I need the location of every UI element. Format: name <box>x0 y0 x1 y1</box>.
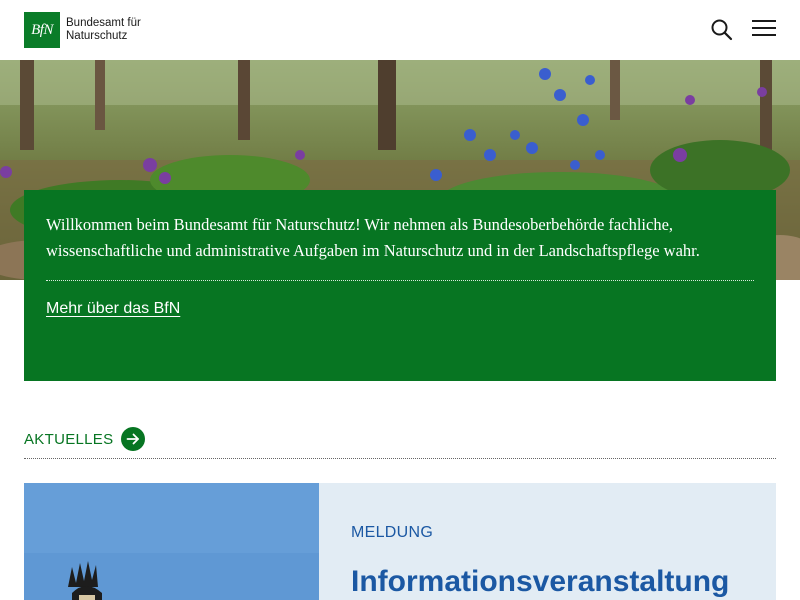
search-button[interactable] <box>710 18 734 42</box>
logo-wordmark: Bundesamt für Naturschutz <box>66 17 141 43</box>
hamburger-menu-icon <box>752 20 776 36</box>
intro-text: Willkommen beim Bundesamt für Naturschut… <box>46 215 700 260</box>
news-title[interactable]: Informationsveranstaltung <box>351 565 729 599</box>
logo-line-1: Bundesamt für <box>66 17 141 29</box>
aktuelles-divider <box>24 458 776 459</box>
search-icon <box>711 19 733 41</box>
arrow-right-icon <box>121 427 146 451</box>
menu-button[interactable] <box>752 20 776 40</box>
logo-mark: BfN <box>24 12 60 48</box>
about-bfn-link[interactable]: Mehr über das BfN <box>46 300 180 318</box>
news-card[interactable]: MELDUNG Informationsveranstaltung <box>24 483 776 600</box>
site-header: BfN Bundesamt für Naturschutz <box>0 0 800 60</box>
news-card-body: MELDUNG Informationsveranstaltung <box>319 483 776 600</box>
aktuelles-link[interactable]: AKTUELLES <box>24 426 146 452</box>
bird-photo <box>24 483 319 600</box>
intro-divider <box>46 280 754 281</box>
news-card-image <box>24 483 319 600</box>
logo-line-2: Naturschutz <box>66 30 128 42</box>
bfn-logo[interactable]: BfN Bundesamt für Naturschutz <box>24 12 141 48</box>
news-category: MELDUNG <box>351 524 434 541</box>
intro-box: Willkommen beim Bundesamt für Naturschut… <box>24 190 776 381</box>
aktuelles-label: AKTUELLES <box>24 430 114 448</box>
